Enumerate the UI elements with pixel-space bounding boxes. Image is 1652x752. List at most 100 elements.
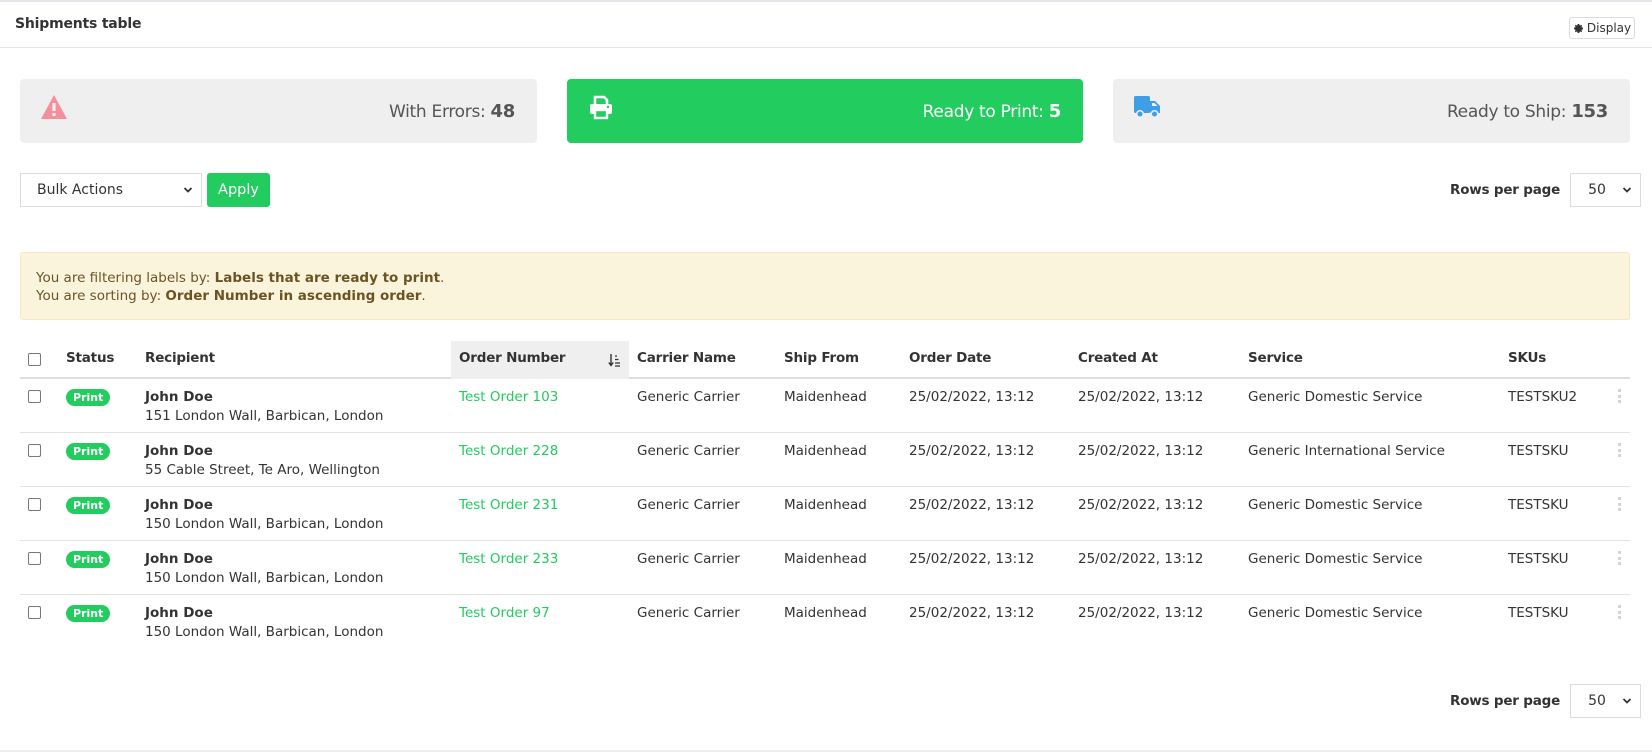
stat-card-ready-to-ship[interactable]: Ready to Ship: 153: [1113, 79, 1630, 143]
row-checkbox[interactable]: [28, 390, 41, 403]
service: Generic Domestic Service: [1248, 605, 1423, 621]
rows-per-page-select[interactable]: 50: [1570, 684, 1642, 718]
status-badge: Print: [66, 389, 111, 406]
column-header-order-date[interactable]: Order Date: [909, 341, 991, 379]
recipient-address: 150 London Wall, Barbican, London: [145, 624, 384, 640]
column-header-ship-from[interactable]: Ship From: [784, 341, 859, 379]
service: Generic International Service: [1248, 443, 1445, 459]
column-header-status[interactable]: Status: [66, 341, 114, 379]
created-at: 25/02/2022, 13:12: [1078, 389, 1204, 405]
carrier-name: Generic Carrier: [637, 443, 740, 459]
recipient-name: John Doe: [145, 497, 213, 513]
page-header: Shipments table Display: [0, 2, 1652, 48]
column-header-order-number[interactable]: Order Number: [451, 341, 629, 379]
carrier-name: Generic Carrier: [637, 497, 740, 513]
column-header-created-at[interactable]: Created At: [1078, 341, 1158, 379]
filter-sort-alert: You are filtering labels by: Labels that…: [20, 252, 1630, 320]
row-checkbox[interactable]: [28, 444, 41, 457]
stat-card-with-errors[interactable]: With Errors: 48: [20, 79, 537, 143]
chevron-down-icon: [1622, 187, 1632, 193]
row-menu-kebab-icon[interactable]: [1618, 605, 1622, 619]
row-menu-kebab-icon[interactable]: [1618, 389, 1622, 403]
bulk-actions-value: Bulk Actions: [37, 182, 124, 198]
recipient-name: John Doe: [145, 605, 213, 621]
row-checkbox[interactable]: [28, 498, 41, 511]
table-row[interactable]: Print John Doe 150 London Wall, Barbican, …: [20, 487, 1630, 541]
filter-message: You are filtering labels by: Labels that…: [36, 270, 445, 286]
service: Generic Domestic Service: [1248, 389, 1423, 405]
recipient-name: John Doe: [145, 389, 213, 405]
created-at: 25/02/2022, 13:12: [1078, 551, 1204, 567]
select-all-checkbox[interactable]: [28, 353, 41, 366]
order-date: 25/02/2022, 13:12: [909, 497, 1035, 513]
sort-message: You are sorting by: Order Number in asce…: [36, 288, 426, 304]
stat-count: 153: [1571, 101, 1608, 122]
row-menu-kebab-icon[interactable]: [1618, 443, 1622, 457]
sku: TESTSKU: [1508, 497, 1569, 513]
ship-from: Maidenhead: [784, 605, 867, 621]
row-menu-kebab-icon[interactable]: [1618, 497, 1622, 511]
rows-per-page-value: 50: [1588, 693, 1606, 709]
order-number-link[interactable]: Test Order 97: [459, 604, 550, 623]
order-date: 25/02/2022, 13:12: [909, 605, 1035, 621]
recipient-address: 55 Cable Street, Te Aro, Wellington: [145, 462, 380, 478]
ship-from: Maidenhead: [784, 551, 867, 567]
stat-label: With Errors: 48: [389, 101, 515, 122]
ship-from: Maidenhead: [784, 497, 867, 513]
order-number-link[interactable]: Test Order 103: [459, 388, 558, 407]
table-row[interactable]: Print John Doe 150 London Wall, Barbican, …: [20, 595, 1630, 649]
recipient-cell: John Doe 151 London Wall, Barbican, Londo…: [145, 388, 383, 426]
recipient-cell: John Doe 55 Cable Street, Te Aro, Welling…: [145, 442, 380, 480]
ship-from: Maidenhead: [784, 389, 867, 405]
truck-icon: [1134, 96, 1160, 119]
gear-icon: [1573, 23, 1583, 33]
order-number-link[interactable]: Test Order 233: [459, 550, 558, 569]
stat-count: 48: [490, 101, 516, 122]
display-button[interactable]: Display: [1569, 17, 1635, 39]
ship-from: Maidenhead: [784, 443, 867, 459]
rows-per-page-select[interactable]: 50: [1570, 173, 1642, 207]
column-header-service[interactable]: Service: [1248, 341, 1303, 379]
recipient-name: John Doe: [145, 443, 213, 459]
order-number-link[interactable]: Test Order 228: [459, 442, 558, 461]
shipments-page: Shipments table Display With Errors: 48 …: [0, 0, 1652, 752]
rows-per-page-label: Rows per page: [1450, 693, 1561, 709]
created-at: 25/02/2022, 13:12: [1078, 497, 1204, 513]
stat-label: Ready to Ship: 153: [1446, 101, 1608, 122]
warning-triangle-icon: [41, 95, 67, 119]
stat-label: Ready to Print: 5: [922, 101, 1062, 122]
recipient-cell: John Doe 150 London Wall, Barbican, Londo…: [145, 496, 383, 534]
chevron-down-icon: [183, 187, 193, 193]
display-button-label: Display: [1586, 21, 1632, 35]
sort-ascending-icon: [608, 354, 620, 367]
column-header-carrier-name[interactable]: Carrier Name: [637, 341, 736, 379]
carrier-name: Generic Carrier: [637, 605, 740, 621]
apply-button[interactable]: Apply: [207, 173, 270, 207]
rows-per-page-label: Rows per page: [1450, 182, 1561, 198]
table-row[interactable]: Print John Doe 55 Cable Street, Te Aro, We…: [20, 433, 1630, 487]
shipments-table: Status Recipient Order Number Carrier Na…: [20, 341, 1630, 649]
row-checkbox[interactable]: [28, 606, 41, 619]
column-header-skus[interactable]: SKUs: [1508, 341, 1546, 379]
order-date: 25/02/2022, 13:12: [909, 551, 1035, 567]
recipient-address: 151 London Wall, Barbican, London: [145, 408, 384, 424]
recipient-name: John Doe: [145, 551, 213, 567]
page-title: Shipments table: [15, 16, 142, 32]
row-menu-kebab-icon[interactable]: [1618, 551, 1622, 565]
stat-count: 5: [1048, 101, 1062, 122]
stat-card-ready-to-print[interactable]: Ready to Print: 5: [567, 79, 1083, 143]
table-row[interactable]: Print John Doe 151 London Wall, Barbican, …: [20, 379, 1630, 433]
status-badge: Print: [66, 605, 111, 622]
table-row[interactable]: Print John Doe 150 London Wall, Barbican, …: [20, 541, 1630, 595]
row-checkbox[interactable]: [28, 552, 41, 565]
service: Generic Domestic Service: [1248, 497, 1423, 513]
column-header-recipient[interactable]: Recipient: [145, 341, 215, 379]
created-at: 25/02/2022, 13:12: [1078, 443, 1204, 459]
order-date: 25/02/2022, 13:12: [909, 443, 1035, 459]
bulk-actions-select[interactable]: Bulk Actions: [20, 173, 202, 207]
service: Generic Domestic Service: [1248, 551, 1423, 567]
rows-per-page-bottom: Rows per page 50: [1450, 684, 1642, 718]
order-number-link[interactable]: Test Order 231: [459, 496, 558, 515]
status-badge: Print: [66, 551, 111, 568]
sort-value: Order Number in ascending order: [165, 288, 422, 304]
